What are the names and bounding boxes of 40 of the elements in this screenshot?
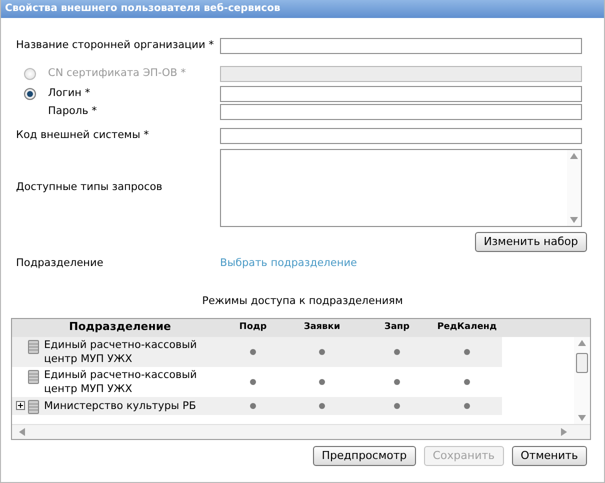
field-label: Подразделение <box>16 257 104 269</box>
column-header[interactable]: Подр <box>239 320 267 334</box>
text-area[interactable] <box>220 149 582 227</box>
table-cell-text: Министерство культуры РБ <box>44 398 198 412</box>
input-field[interactable] <box>220 86 582 102</box>
radio-label: Логин * <box>48 86 90 102</box>
server-icon <box>28 340 39 354</box>
scroll-up-icon[interactable] <box>578 340 586 346</box>
change-set-button[interactable]: Изменить набор <box>474 232 587 252</box>
scroll-thumb[interactable] <box>576 352 588 372</box>
table-cell-text: Единый расчетно-кассовый центр МУП УЖХ <box>44 338 198 366</box>
server-icon <box>28 400 39 414</box>
dialog-button[interactable]: Предпросмотр <box>312 446 416 466</box>
column-header[interactable]: Подразделение <box>69 319 171 336</box>
input-field[interactable] <box>220 38 582 54</box>
expand-icon[interactable] <box>16 401 25 410</box>
scroll-down-icon[interactable] <box>570 217 578 223</box>
input-field[interactable] <box>220 128 582 144</box>
table-cell-text: Единый расчетно-кассовый центр МУП УЖХ <box>44 368 198 396</box>
table-row[interactable]: Единый расчетно-кассовый центр МУП УЖХ <box>12 336 502 366</box>
field-label: Название сторонней организации * <box>16 38 214 54</box>
input-field[interactable] <box>220 104 582 120</box>
column-header[interactable]: Заявки <box>304 320 340 334</box>
radio-button[interactable] <box>24 88 36 100</box>
dialog-button[interactable]: Отменить <box>512 446 587 466</box>
section-title: Режимы доступа к подразделениям <box>202 294 403 307</box>
table-row[interactable]: Министерство культуры РБ <box>12 396 502 414</box>
table-row[interactable]: Единый расчетно-кассовый центр МУП УЖХ <box>12 366 502 396</box>
field-label: Доступные типы запросов <box>16 180 162 196</box>
column-header[interactable]: РедКаленд <box>437 320 497 334</box>
field-label: Пароль * <box>47 104 97 120</box>
scroll-down-icon[interactable] <box>578 414 586 420</box>
column-header[interactable]: Запр <box>384 320 410 334</box>
scroll-up-icon[interactable] <box>570 153 578 159</box>
radio-label: CN сертификата ЭП-ОВ * <box>48 66 186 82</box>
scroll-left-icon[interactable] <box>19 428 25 436</box>
window-title: Свойства внешнего пользователя веб-сервисов <box>1 0 604 18</box>
scroll-right-icon[interactable] <box>561 428 567 436</box>
server-icon <box>28 370 39 384</box>
field-label: Код внешней системы * <box>16 128 149 144</box>
